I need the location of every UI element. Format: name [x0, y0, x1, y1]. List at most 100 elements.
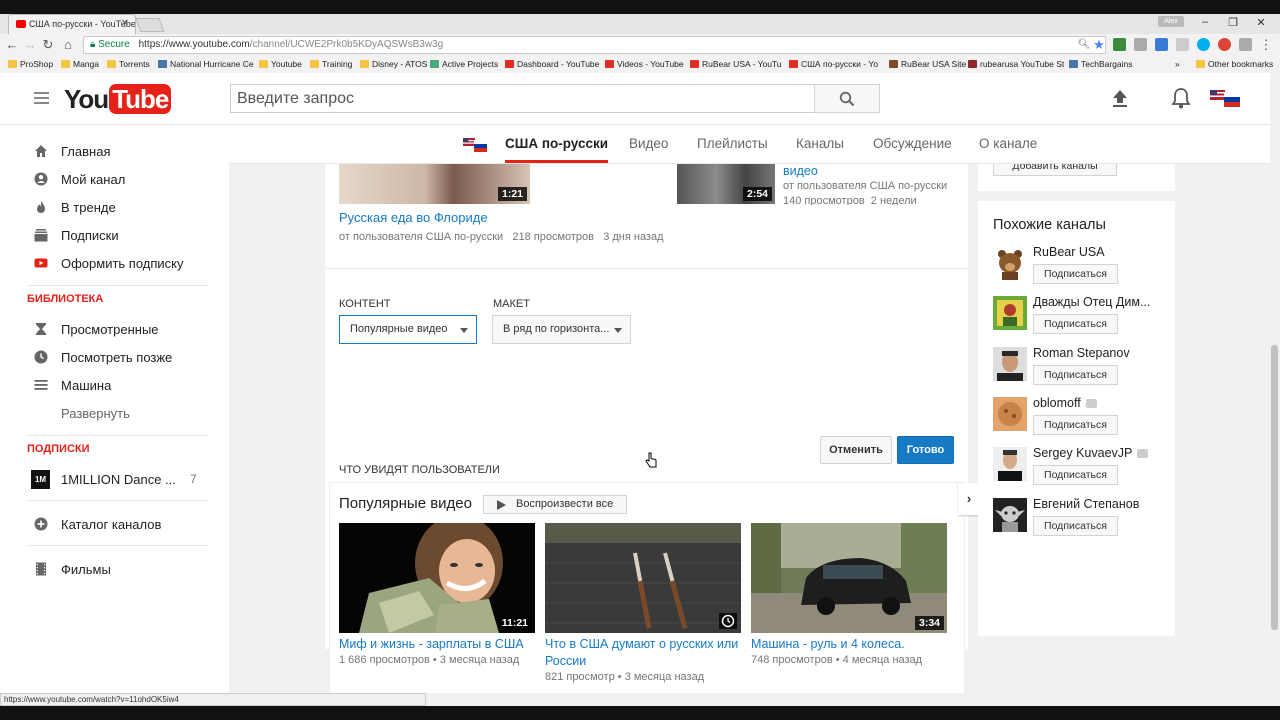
youtube-logo[interactable]: You Tube — [64, 84, 172, 114]
guide-item-trending[interactable]: В тренде — [0, 193, 229, 221]
bookmark[interactable]: Youtube — [259, 59, 302, 69]
guide-item-movies[interactable]: Фильмы — [0, 555, 229, 583]
related-channel[interactable]: Sergey KuvaevJP Подписаться — [993, 446, 1173, 489]
zoom-icon[interactable]: 🔍︎ — [1076, 37, 1092, 53]
star-icon[interactable]: ★ — [1091, 37, 1107, 53]
related-channel-name[interactable]: Дважды Отец Дим... — [1033, 295, 1150, 309]
guide-item-playlist-car[interactable]: Машина — [0, 371, 229, 399]
related-channel[interactable]: Евгений Степанов Подписаться — [993, 497, 1173, 540]
related-channel-name[interactable]: Евгений Степанов — [1033, 497, 1139, 511]
upload-icon[interactable] — [1110, 88, 1130, 108]
bookmark[interactable]: National Hurricane Ce — [158, 59, 254, 69]
extension-icon[interactable] — [1239, 38, 1252, 51]
video-title[interactable]: Миф и жизнь - зарплаты в США — [339, 636, 539, 653]
subscribe-button[interactable]: Подписаться — [1033, 314, 1118, 334]
bookmark[interactable]: Active Projects — [430, 59, 498, 69]
guide-item-my-channel[interactable]: Мой канал — [0, 165, 229, 193]
related-channel-name[interactable]: Sergey KuvaevJP — [1033, 446, 1149, 460]
related-channel[interactable]: RuBear USA Подписаться — [993, 245, 1173, 288]
tab-channels[interactable]: Каналы — [796, 136, 844, 151]
guide-item-home[interactable]: Главная — [0, 137, 229, 165]
new-tab-button[interactable] — [135, 18, 165, 32]
guide-item-expand[interactable]: Развернуть — [0, 399, 229, 427]
guide-item-watch-later[interactable]: Посмотреть позже — [0, 343, 229, 371]
browser-tab[interactable]: США по-русски - YouTube ✕ — [8, 14, 136, 34]
bookmark[interactable]: Dashboard - YouTube — [505, 59, 599, 69]
video-thumbnail[interactable]: 2:54 — [677, 164, 775, 204]
cancel-button[interactable]: Отменить — [820, 436, 892, 464]
search-button[interactable] — [814, 84, 880, 113]
video-thumbnail[interactable] — [545, 523, 741, 633]
tab-videos[interactable]: Видео — [629, 136, 668, 151]
guide-item-1million[interactable]: 1M 1MILLION Dance ... 7 — [0, 465, 229, 493]
search-input[interactable] — [230, 84, 815, 113]
related-channel[interactable]: oblomoff Подписаться — [993, 396, 1173, 439]
back-icon[interactable]: ← — [4, 37, 20, 53]
account-avatar[interactable] — [1210, 86, 1240, 112]
bookmark[interactable]: Torrents — [107, 59, 150, 69]
bookmark[interactable]: Videos - YouTube — [605, 59, 684, 69]
guide-item-browse-channels[interactable]: Каталог каналов — [0, 510, 229, 538]
menu-icon[interactable]: ⋮ — [1258, 37, 1274, 53]
bookmark[interactable]: RuBear USA - YouTu — [690, 59, 782, 69]
video-thumbnail[interactable]: 3:34 — [751, 523, 947, 633]
close-tab-icon[interactable]: ✕ — [121, 18, 129, 29]
tab-discussion[interactable]: Обсуждение — [873, 136, 952, 151]
subscriptions-header[interactable]: ПОДПИСКИ — [27, 443, 90, 455]
video-title[interactable]: Что в США думают о русских или России — [545, 636, 741, 670]
layout-dropdown[interactable]: В ряд по горизонта... — [492, 315, 631, 344]
guide-item-subscriptions[interactable]: Подписки — [0, 221, 229, 249]
bookmark[interactable]: Training — [310, 59, 352, 69]
video-thumbnail[interactable]: 1:21 — [339, 164, 530, 204]
extension-icon[interactable] — [1113, 38, 1126, 51]
download-extension-icon[interactable] — [1155, 38, 1168, 51]
notifications-icon[interactable] — [1171, 87, 1191, 109]
video-title[interactable]: Русская еда во Флориде — [339, 209, 488, 226]
forward-icon[interactable]: → — [22, 37, 38, 53]
video-thumbnail[interactable]: 11:21 — [339, 523, 535, 633]
skype-icon[interactable] — [1197, 38, 1210, 51]
library-header[interactable]: БИБЛИОТЕКА — [27, 293, 103, 305]
bookmark[interactable]: TechBargains — [1069, 59, 1133, 69]
related-channel-name[interactable]: RuBear USA — [1033, 245, 1105, 259]
subscribe-button[interactable]: Подписаться — [1033, 465, 1118, 485]
related-channel-name[interactable]: Roman Stepanov — [1033, 346, 1130, 360]
done-button[interactable]: Готово — [897, 436, 954, 464]
content-dropdown[interactable]: Популярные видео — [339, 315, 477, 344]
profile-badge[interactable]: Alex — [1158, 16, 1184, 27]
bookmark[interactable]: RuBear USA Site — [889, 59, 966, 69]
channel-avatar[interactable] — [463, 135, 487, 155]
subscribe-button[interactable]: Подписаться — [1033, 365, 1118, 385]
tab-home[interactable]: США по-русски — [505, 136, 609, 163]
minimize-icon[interactable]: – — [1195, 16, 1215, 28]
guide-menu-icon[interactable] — [34, 92, 49, 104]
extension-icon[interactable] — [1134, 38, 1147, 51]
shelf-next-arrow-icon[interactable]: › — [958, 483, 980, 515]
bookmarks-overflow[interactable]: » — [1175, 59, 1180, 69]
restore-icon[interactable]: ❐ — [1223, 16, 1243, 29]
related-channel[interactable]: Roman Stepanov Подписаться — [993, 346, 1173, 389]
tab-playlists[interactable]: Плейлисты — [697, 136, 768, 151]
address-bar[interactable]: 🔒︎ Secure https://www.youtube.com/channe… — [83, 36, 1106, 54]
related-channel[interactable]: Дважды Отец Дим... Подписаться — [993, 295, 1173, 338]
watch-later-icon[interactable] — [719, 613, 737, 629]
bookmark[interactable]: Manga — [61, 59, 99, 69]
other-bookmarks[interactable]: Other bookmarks — [1196, 59, 1273, 69]
guide-item-subscribe[interactable]: Оформить подписку — [0, 249, 229, 277]
scrollbar-thumb[interactable] — [1271, 345, 1278, 630]
extension-icon[interactable] — [1218, 38, 1231, 51]
subscribe-button[interactable]: Подписаться — [1033, 264, 1118, 284]
tab-about[interactable]: О канале — [979, 136, 1037, 151]
bookmark[interactable]: ProShop — [8, 59, 53, 69]
subscribe-button[interactable]: Подписаться — [1033, 415, 1118, 435]
bookmark[interactable]: США по-русски - Yo — [789, 59, 878, 69]
bookmark[interactable]: Disney - ATOS — [360, 59, 427, 69]
reload-icon[interactable]: ↻ — [40, 37, 56, 53]
video-title[interactable]: видео — [783, 163, 818, 180]
related-channel-name[interactable]: oblomoff — [1033, 396, 1097, 410]
bookmark[interactable]: rubearusa YouTube St — [968, 59, 1064, 69]
guide-item-history[interactable]: Просмотренные — [0, 315, 229, 343]
subscribe-button[interactable]: Подписаться — [1033, 516, 1118, 536]
home-icon[interactable]: ⌂ — [60, 37, 76, 53]
extension-icon[interactable] — [1176, 38, 1189, 51]
